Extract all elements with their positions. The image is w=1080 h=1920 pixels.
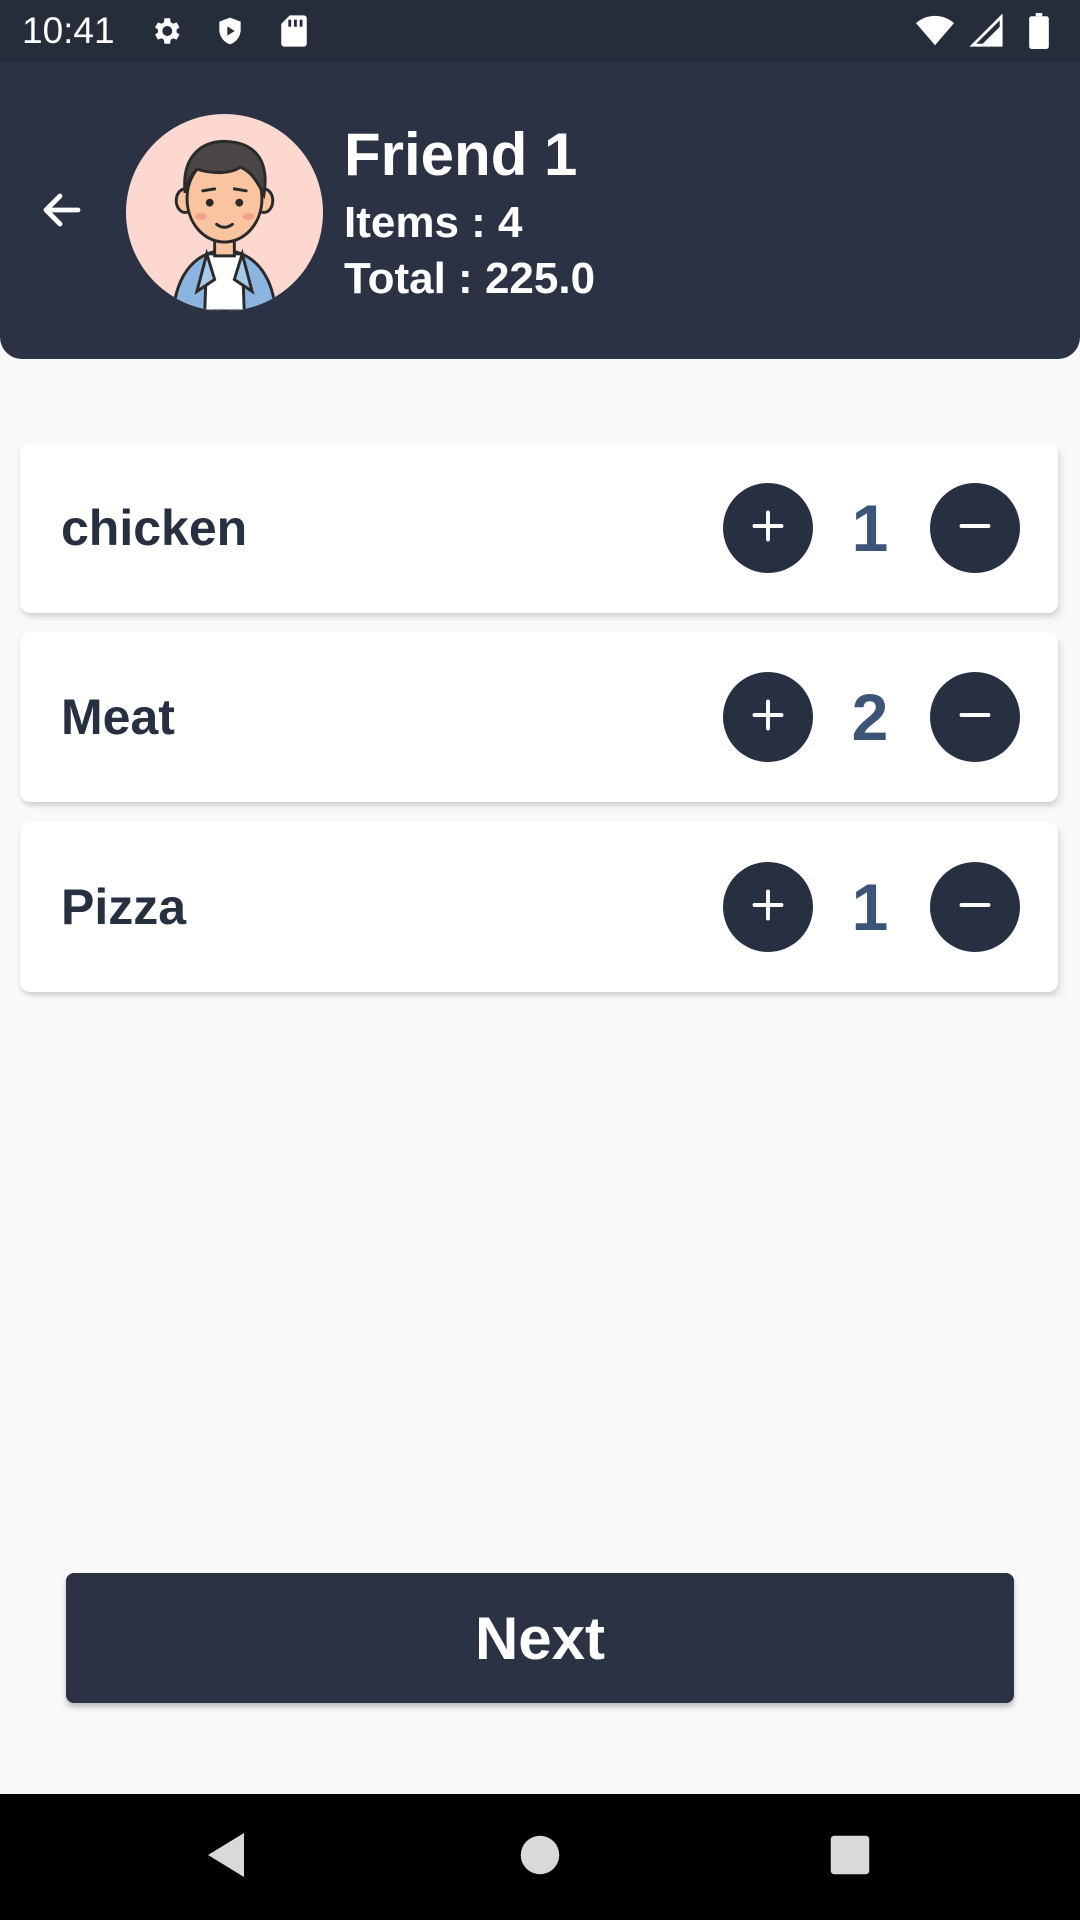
item-name: chicken [61, 500, 248, 556]
increment-button[interactable] [723, 862, 813, 952]
friend-header: Friend 1 Items : 4 Total : 225.0 [0, 62, 1080, 359]
wifi-icon [916, 12, 954, 50]
minus-icon [957, 508, 993, 549]
total-amount: Total : 225.0 [344, 254, 596, 303]
status-icons-right [916, 12, 1058, 50]
boy-avatar-icon [171, 139, 278, 311]
plus-icon [750, 508, 786, 549]
minus-icon [957, 697, 993, 738]
recents-square-icon [829, 1834, 871, 1881]
list-item: Pizza 1 [20, 822, 1058, 992]
item-name: Meat [61, 689, 175, 745]
decrement-button[interactable] [930, 672, 1020, 762]
signal-icon [968, 12, 1006, 50]
nav-back-button[interactable] [196, 1827, 256, 1887]
item-quantity: 2 [851, 680, 889, 754]
increment-button[interactable] [723, 483, 813, 573]
sd-card-icon [275, 12, 313, 50]
increment-button[interactable] [723, 672, 813, 762]
back-button[interactable] [34, 184, 90, 240]
nav-recents-button[interactable] [820, 1827, 880, 1887]
item-quantity: 1 [851, 870, 889, 944]
decrement-button[interactable] [930, 483, 1020, 573]
avatar [126, 114, 323, 311]
items-count: Items : 4 [344, 198, 523, 247]
home-circle-icon [519, 1834, 561, 1881]
status-icons-left [147, 12, 313, 50]
friend-name: Friend 1 [344, 121, 578, 188]
battery-icon [1020, 12, 1058, 50]
list-item: chicken 1 [20, 443, 1058, 613]
arrow-left-icon [38, 186, 86, 239]
gear-icon [147, 12, 185, 50]
status-bar: 10:41 [0, 0, 1080, 62]
item-quantity: 1 [851, 491, 889, 565]
shield-icon [211, 12, 249, 50]
next-button[interactable]: Next [66, 1573, 1014, 1703]
back-triangle-icon [204, 1831, 248, 1884]
list-item: Meat 2 [20, 632, 1058, 802]
item-name: Pizza [61, 879, 187, 935]
decrement-button[interactable] [930, 862, 1020, 952]
plus-icon [750, 887, 786, 928]
system-nav-bar [0, 1794, 1080, 1920]
status-time: 10:41 [22, 10, 115, 51]
nav-home-button[interactable] [510, 1827, 570, 1887]
plus-icon [750, 697, 786, 738]
minus-icon [957, 887, 993, 928]
